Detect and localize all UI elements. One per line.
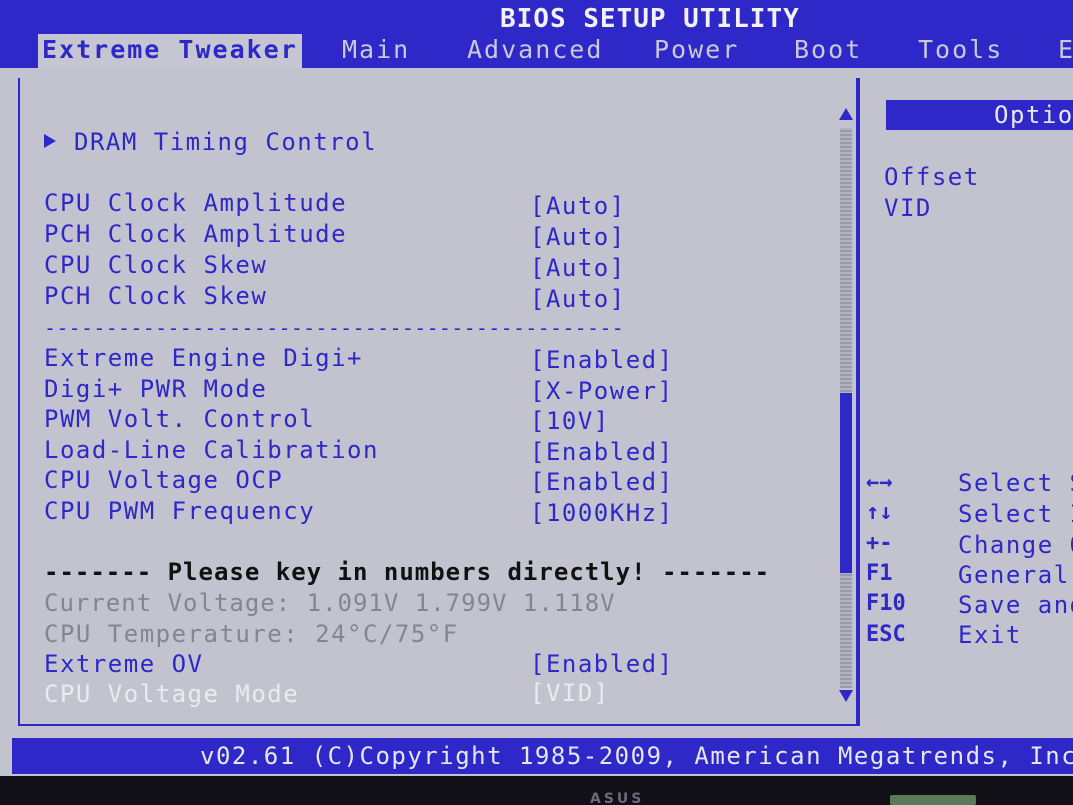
tab-boot[interactable]: Boot [794, 34, 862, 66]
setting-value[interactable]: [Enabled] [530, 345, 674, 375]
setting-value[interactable]: [Auto] [530, 253, 626, 283]
setting-value[interactable]: [Auto] [530, 284, 626, 314]
setting-cpu-clock-amplitude[interactable]: CPU Clock Amplitude [44, 188, 347, 218]
footer-copyright: v02.61 (C)Copyright 1985-2009, American … [200, 742, 1073, 770]
setting-cpu-clock-skew[interactable]: CPU Clock Skew [44, 250, 267, 280]
setting-value[interactable]: [Auto] [530, 191, 626, 221]
option-vid[interactable]: VID [884, 193, 932, 223]
scroll-down-arrow-icon[interactable] [839, 690, 853, 702]
help-save-and-exit: Save and [958, 591, 1073, 619]
tab-tools[interactable]: Tools [918, 34, 1003, 66]
help-select-screen: Select S [958, 469, 1073, 497]
setting-value[interactable]: [Enabled] [530, 467, 674, 497]
tab-advanced[interactable]: Advanced [467, 34, 603, 66]
submenu-label: DRAM Timing Control [74, 128, 378, 156]
setting-value[interactable]: [Auto] [530, 222, 626, 252]
plus-minus-icon: +- [866, 531, 893, 556]
setting-value[interactable]: [10V] [530, 406, 610, 436]
tab-power[interactable]: Power [654, 34, 739, 66]
setting-digi-pwr-mode[interactable]: Digi+ PWR Mode [44, 374, 267, 404]
setting-pwm-volt-control[interactable]: PWM Volt. Control [44, 404, 315, 434]
option-offset[interactable]: Offset [884, 162, 980, 192]
monitor-logo: ASUS [590, 791, 645, 805]
setting-value[interactable]: [Enabled] [530, 649, 674, 679]
setting-pch-clock-amplitude[interactable]: PCH Clock Amplitude [44, 219, 347, 249]
window-title: BIOS SETUP UTILITY [500, 4, 800, 34]
help-general: General [958, 561, 1070, 589]
scroll-thumb[interactable] [840, 393, 852, 573]
menu-bar: Extreme Tweaker Main Advanced Power Boot… [0, 34, 1073, 68]
help-change-option: Change O [958, 531, 1073, 559]
arrow-up-down-icon: ↑↓ [866, 500, 893, 525]
submenu-dram-timing-control[interactable]: DRAM Timing Control [44, 127, 377, 157]
setting-pch-clock-skew[interactable]: PCH Clock Skew [44, 281, 267, 311]
bios-screen: BIOS SETUP UTILITY Extreme Tweaker Main … [0, 0, 1073, 805]
cpu-temperature-readout: CPU Temperature: 24°C/75°F [44, 620, 459, 648]
arrow-left-right-icon: ←→ [866, 470, 893, 495]
tab-exit[interactable]: E [1058, 34, 1073, 66]
options-header-label: Optio [994, 101, 1073, 129]
help-select-item: Select I [958, 500, 1073, 528]
setting-value[interactable]: [X-Power] [530, 376, 674, 406]
setting-cpu-voltage-ocp[interactable]: CPU Voltage OCP [44, 465, 283, 495]
section-divider: ----------------------------------------… [44, 316, 625, 340]
notice-key-in-numbers: ------- Please key in numbers directly! … [44, 558, 771, 586]
help-exit: Exit [958, 621, 1022, 649]
tab-main[interactable]: Main [342, 34, 410, 66]
monitor-badge [890, 795, 976, 805]
submenu-arrow-icon [44, 134, 56, 148]
setting-value[interactable]: [1000KHz] [530, 498, 674, 528]
scrollbar[interactable] [838, 108, 856, 702]
setting-value-selected[interactable]: [VID] [530, 678, 610, 708]
setting-cpu-pwm-frequency[interactable]: CPU PWM Frequency [44, 496, 315, 526]
setting-value[interactable]: [Enabled] [530, 437, 674, 467]
setting-extreme-ov[interactable]: Extreme OV [44, 649, 204, 679]
current-voltage-readout: Current Voltage: 1.091V 1.799V 1.118V [44, 589, 616, 617]
tab-extreme-tweaker[interactable]: Extreme Tweaker [38, 34, 302, 68]
help-key-esc: ESC [866, 622, 906, 647]
help-key-f10: F10 [866, 591, 906, 616]
setting-cpu-voltage-mode[interactable]: CPU Voltage Mode [44, 679, 299, 709]
scroll-up-arrow-icon[interactable] [839, 108, 853, 120]
setting-extreme-engine-digi[interactable]: Extreme Engine Digi+ [44, 343, 363, 373]
help-key-f1: F1 [866, 561, 893, 586]
setting-load-line-calibration[interactable]: Load-Line Calibration [44, 435, 379, 465]
